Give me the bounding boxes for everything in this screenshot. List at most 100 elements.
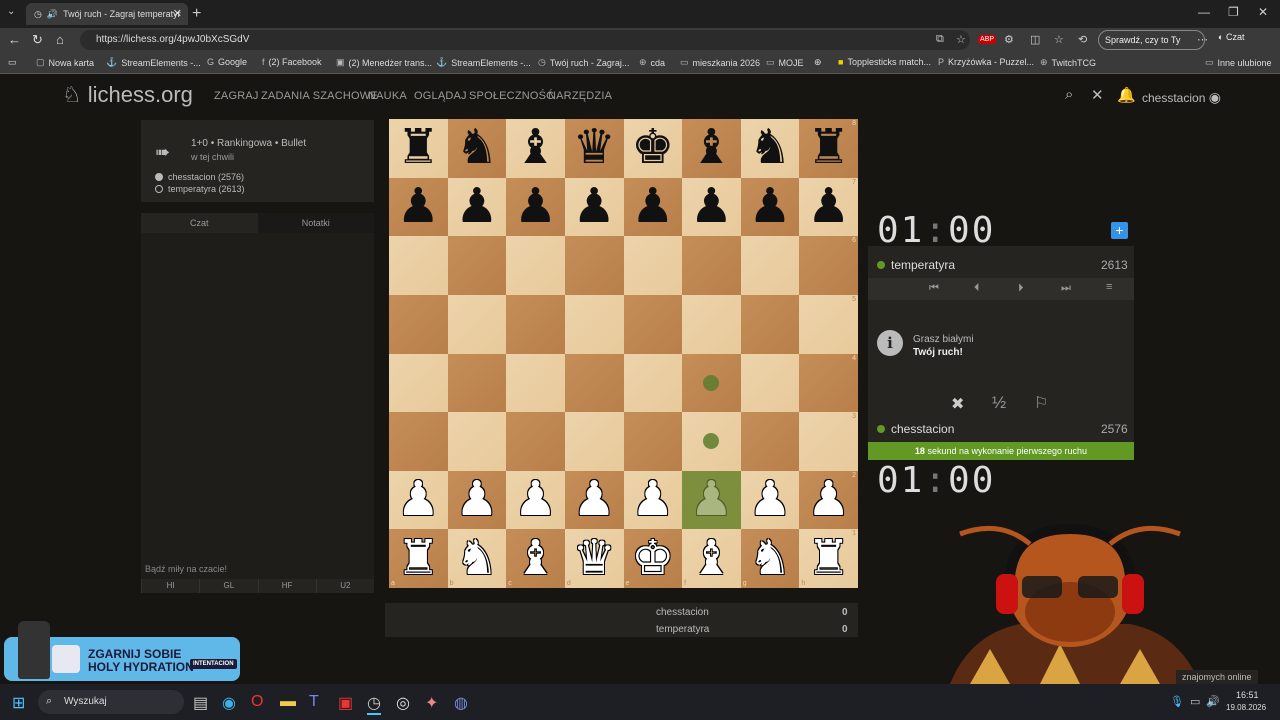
- favorite-star-icon[interactable]: ☆: [956, 33, 966, 46]
- clock-date[interactable]: 19.08.2026: [1226, 703, 1266, 712]
- square-h7[interactable]: ♟ 7: [799, 177, 858, 237]
- square-b5[interactable]: [447, 294, 507, 354]
- square-a2[interactable]: ♟: [389, 470, 448, 530]
- square-g8[interactable]: ♞: [740, 119, 800, 178]
- square-e2[interactable]: ♟: [623, 470, 683, 530]
- tab-menu-icon[interactable]: ⌄: [7, 6, 15, 17]
- square-f2[interactable]: ♟: [682, 470, 741, 530]
- black-player[interactable]: temperatyra (2613): [155, 184, 245, 194]
- discord-icon[interactable]: ◍: [454, 693, 468, 713]
- chess-piece[interactable]: ♛: [573, 534, 616, 583]
- square-f4[interactable]: [682, 353, 741, 413]
- chess-piece[interactable]: ♟: [455, 476, 498, 524]
- history-icon[interactable]: ⟲: [1078, 33, 1087, 46]
- chess-piece[interactable]: ♞: [749, 124, 792, 172]
- draw-button[interactable]: ½: [992, 393, 1006, 413]
- chess-piece[interactable]: ♜: [397, 124, 440, 172]
- square-e6[interactable]: [623, 236, 683, 295]
- chess-piece[interactable]: ♟: [749, 182, 792, 231]
- bookmark-item[interactable]: ⚓ StreamElements -...: [106, 57, 201, 68]
- square-g6[interactable]: [740, 236, 800, 295]
- move-hint-dot[interactable]: [703, 433, 720, 450]
- square-e5[interactable]: [623, 294, 683, 354]
- square-b7[interactable]: ♟: [447, 177, 507, 237]
- bookmark-item[interactable]: P Krzyżówka - Puzzel...: [938, 57, 1034, 67]
- obs-icon[interactable]: ◎: [396, 693, 410, 713]
- chess-board[interactable]: ♜ ♞ ♝ ♛ ♚ ♝ ♞ ♜ 8 ♟ ♟ ♟ ♟ ♟ ♟ ♟ ♟ 7 6 5 4 3 ♟ ♟ ♟ ♟ ♟ ♟ ♟ ♟ 2 ♜ a ♞ b ♝ c ♛ d ♚…: [389, 119, 858, 588]
- chess-piece[interactable]: ♜: [807, 124, 850, 172]
- square-e4[interactable]: [623, 353, 683, 413]
- square-h1[interactable]: ♜ 1 h: [799, 529, 858, 588]
- square-b3[interactable]: [447, 412, 507, 471]
- tab-notes[interactable]: Notatki: [257, 213, 374, 233]
- square-d4[interactable]: [564, 353, 624, 413]
- edge-icon[interactable]: ◉: [222, 693, 236, 713]
- bookmark-item[interactable]: ▭ MOJE: [766, 57, 804, 68]
- network-icon[interactable]: ▭: [1190, 695, 1200, 708]
- bookmark-item[interactable]: ⚓ StreamElements -...: [436, 57, 531, 68]
- split-screen-icon[interactable]: ◫: [1030, 33, 1040, 46]
- square-d8[interactable]: ♛: [564, 119, 624, 178]
- square-g2[interactable]: ♟: [740, 470, 800, 530]
- bell-icon[interactable]: 🔔: [1117, 86, 1136, 104]
- chess-piece[interactable]: ♟: [573, 476, 616, 524]
- square-g1[interactable]: ♞ g: [740, 529, 800, 588]
- maximize-icon[interactable]: ❐: [1228, 5, 1239, 19]
- chat-input[interactable]: Bądź miły na czacie!: [145, 564, 227, 574]
- reload-icon[interactable]: ↻: [32, 32, 43, 48]
- square-e7[interactable]: ♟: [623, 177, 683, 237]
- user-menu[interactable]: chesstacion ◉: [1142, 89, 1221, 106]
- chess-piece[interactable]: ♜: [807, 534, 850, 583]
- square-b8[interactable]: ♞: [447, 119, 507, 178]
- chess-piece[interactable]: ♝: [690, 124, 733, 172]
- chess-piece[interactable]: ♟: [455, 182, 498, 231]
- square-d2[interactable]: ♟: [564, 470, 624, 530]
- bookmark-item[interactable]: f (2) Facebook: [262, 57, 322, 67]
- square-c5[interactable]: [506, 294, 565, 354]
- globe-bookmark-icon[interactable]: ⊕: [814, 57, 822, 68]
- bookmark-item[interactable]: ■ Topplesticks match...: [838, 57, 931, 67]
- reading-view-icon[interactable]: ▭: [8, 57, 17, 68]
- chess-piece[interactable]: ♞: [455, 124, 498, 172]
- square-d7[interactable]: ♟: [564, 177, 624, 237]
- square-c2[interactable]: ♟: [506, 470, 565, 530]
- menu-icon[interactable]: ≡: [1106, 281, 1112, 293]
- quick-gl[interactable]: GL: [199, 579, 258, 593]
- taskbar-search[interactable]: ⌕ Wyszukaj: [38, 690, 184, 714]
- opera-icon[interactable]: O: [251, 693, 263, 711]
- chess-piece[interactable]: ♟: [514, 182, 557, 231]
- extensions-icon[interactable]: ⧉: [936, 33, 944, 46]
- chess-piece[interactable]: ♟: [631, 182, 674, 231]
- quick-hf[interactable]: HF: [257, 579, 316, 593]
- windows-start-icon[interactable]: ⊞: [12, 693, 25, 713]
- move-hint-dot[interactable]: [703, 374, 720, 391]
- square-d6[interactable]: [564, 236, 624, 295]
- back-icon[interactable]: ←: [8, 32, 21, 47]
- app-icon[interactable]: ▣: [338, 693, 353, 713]
- square-c6[interactable]: [506, 236, 565, 295]
- other-bookmarks[interactable]: ▭ Inne ulubione: [1205, 57, 1272, 68]
- square-h2[interactable]: ♟ 2: [799, 470, 858, 530]
- chess-piece[interactable]: ♟: [807, 476, 850, 524]
- chess-piece[interactable]: ♞: [749, 534, 792, 583]
- puzzle-icon[interactable]: ⚙: [1004, 33, 1014, 46]
- more-icon[interactable]: ⋯: [1197, 33, 1208, 46]
- nav-zadania[interactable]: ZADANIA SZACHOWE: [261, 90, 378, 102]
- square-g4[interactable]: [740, 353, 800, 413]
- app-icon-2[interactable]: ✦: [425, 693, 438, 713]
- profile-button[interactable]: Sprawdź, czy to Ty: [1098, 30, 1206, 50]
- square-a5[interactable]: [389, 294, 448, 354]
- square-d1[interactable]: ♛ d: [564, 529, 624, 588]
- bookmark-item[interactable]: ▣ (2) Menedżer trans...: [336, 57, 432, 68]
- chess-piece[interactable]: ♟: [514, 476, 557, 524]
- square-h5[interactable]: 5: [799, 294, 858, 354]
- url-field[interactable]: https://lichess.org/4pwJ0bXcSGdV: [80, 30, 970, 50]
- new-tab-button[interactable]: +: [192, 5, 201, 23]
- chess-piece[interactable]: ♜: [397, 534, 440, 583]
- square-f8[interactable]: ♝: [682, 119, 741, 178]
- nav-narzedzia[interactable]: NARZĘDZIA: [548, 90, 612, 102]
- square-g7[interactable]: ♟: [740, 177, 800, 237]
- minimize-icon[interactable]: —: [1198, 5, 1210, 19]
- square-c8[interactable]: ♝: [506, 119, 565, 178]
- friends-online[interactable]: znajomych online: [1176, 670, 1258, 684]
